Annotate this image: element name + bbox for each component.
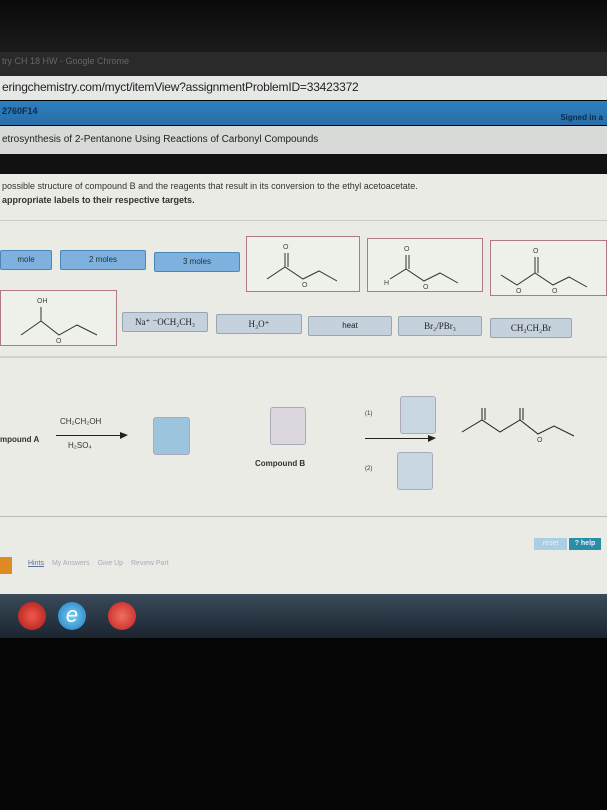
structure-hemiacetal[interactable]: OH O xyxy=(0,290,117,346)
svg-text:O: O xyxy=(302,282,308,289)
address-bar[interactable]: eringchemistry.com/myct/itemView?assignm… xyxy=(0,76,607,100)
help-button[interactable]: ? help xyxy=(569,538,601,550)
signed-in-text[interactable]: Signed in a xyxy=(560,113,603,122)
store-icon[interactable] xyxy=(108,602,136,630)
divider xyxy=(0,516,607,517)
step-1-label: (1) xyxy=(365,411,373,417)
taskbar xyxy=(0,594,607,638)
svg-text:O: O xyxy=(56,338,62,345)
label-sodium-ethoxide[interactable]: Na⁺ ⁻OCH₂CH₃ xyxy=(122,312,208,332)
reaction-arrow xyxy=(56,435,124,436)
label-heat[interactable]: heat xyxy=(308,316,392,336)
label-ethyl-bromide[interactable]: CH₃CH₂Br xyxy=(490,318,572,338)
label-2-moles[interactable]: 2 moles xyxy=(60,250,146,270)
divider xyxy=(0,220,607,221)
drop-target-compound-b[interactable] xyxy=(270,407,306,445)
label-3-moles[interactable]: 3 moles xyxy=(154,252,240,272)
hints-link[interactable]: Hints xyxy=(28,560,44,567)
svg-text:O: O xyxy=(537,437,543,444)
drop-target-compound-a-product[interactable] xyxy=(153,417,190,455)
reagent-ethanol: CH₂CH₂OH xyxy=(60,417,102,426)
submit-button[interactable] xyxy=(0,557,12,574)
chrome-icon[interactable] xyxy=(18,602,46,630)
svg-text:O: O xyxy=(533,248,539,255)
problem-content: possible structure of compound B and the… xyxy=(0,174,607,594)
ethyl-acetoacetate-structure: O xyxy=(461,408,575,444)
step-2-label: (2) xyxy=(365,466,373,472)
drop-target-step-2[interactable] xyxy=(397,452,433,490)
window-title: try CH 18 HW - Google Chrome xyxy=(0,52,607,76)
instruction-text-2: appropriate labels to their respective t… xyxy=(2,195,195,205)
drop-target-step-1[interactable] xyxy=(400,396,436,434)
arrow-head-icon xyxy=(428,435,436,442)
label-br2-pbr3[interactable]: Br₂/PBr₃ xyxy=(398,316,482,336)
structure-diethyl-carbonate[interactable]: O O O xyxy=(490,240,607,296)
structure-ethyl-formate[interactable]: O H O xyxy=(367,238,483,292)
svg-text:O: O xyxy=(423,284,429,291)
divider xyxy=(0,154,607,174)
svg-text:O: O xyxy=(404,246,410,253)
internet-explorer-icon[interactable]: e xyxy=(58,602,86,630)
reagent-sulfuric-acid: H₂SO₄ xyxy=(68,441,92,450)
problem-title: etrosynthesis of 2-Pentanone Using React… xyxy=(0,126,607,154)
reset-button[interactable]: reset xyxy=(534,538,567,550)
divider xyxy=(0,356,607,358)
footer-links: Hints My Answers Give Up Review Part xyxy=(28,560,169,567)
screen-bezel xyxy=(0,0,607,52)
compound-b-label: Compound B xyxy=(255,459,306,468)
my-answers-link[interactable]: My Answers xyxy=(52,560,90,567)
svg-text:O: O xyxy=(283,244,289,251)
svg-text:O: O xyxy=(516,288,522,295)
course-header: 2760F14 Signed in a xyxy=(0,101,607,125)
label-mole[interactable]: mole xyxy=(0,250,52,270)
svg-text:OH: OH xyxy=(37,298,48,305)
give-up-link[interactable]: Give Up xyxy=(98,560,123,567)
structure-ethyl-acetate[interactable]: OO xyxy=(246,236,360,292)
compound-a-label: mpound A xyxy=(0,435,40,444)
label-h3o[interactable]: H₃O⁺ xyxy=(216,314,302,334)
svg-text:O: O xyxy=(552,288,558,295)
svg-text:H: H xyxy=(384,280,389,287)
review-part-link[interactable]: Review Part xyxy=(131,560,169,567)
course-id: 2760F14 xyxy=(2,106,38,116)
instruction-text: possible structure of compound B and the… xyxy=(2,181,418,191)
reaction-arrow-2 xyxy=(365,438,431,439)
arrow-head-icon xyxy=(120,432,128,439)
